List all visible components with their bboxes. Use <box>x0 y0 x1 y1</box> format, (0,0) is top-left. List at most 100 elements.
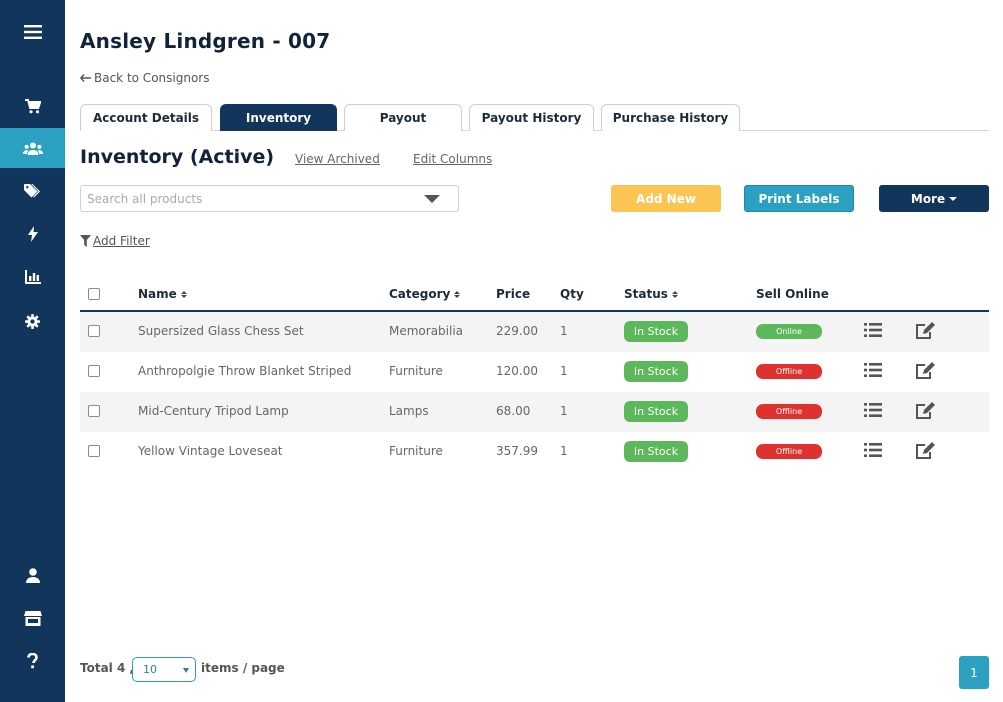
tab-bar: Account Details Inventory Payout Payout … <box>80 104 989 131</box>
status-badge: In Stock <box>624 401 688 422</box>
help-icon <box>27 653 38 669</box>
row-name: Anthropolgie Throw Blanket Striped <box>138 364 352 378</box>
gear-icon <box>25 313 40 329</box>
row-checkbox[interactable] <box>88 445 100 457</box>
row-checkbox[interactable] <box>88 405 100 417</box>
list-details-icon[interactable] <box>864 442 882 458</box>
hamburger-menu-icon <box>23 25 42 39</box>
main-content: Ansley Lindgren - 007 Back to Consignors… <box>80 0 989 702</box>
store-icon <box>23 610 42 626</box>
row-checkbox[interactable] <box>88 325 100 337</box>
edit-columns-link[interactable]: Edit Columns <box>413 152 492 166</box>
edit-icon[interactable] <box>915 322 935 340</box>
row-name: Yellow Vintage Loveseat <box>138 444 283 458</box>
list-details-icon[interactable] <box>864 402 882 418</box>
row-checkbox[interactable] <box>88 365 100 377</box>
sidebar-item-integrations[interactable] <box>0 214 65 254</box>
tags-icon <box>23 184 40 198</box>
online-status-toggle[interactable]: Offline <box>756 404 822 419</box>
column-header-category[interactable]: Category <box>389 287 461 301</box>
dropdown-caret-icon[interactable] <box>424 195 440 203</box>
bar-chart-icon <box>24 270 41 284</box>
page-button-1[interactable]: 1 <box>959 656 989 689</box>
search-input[interactable] <box>81 186 401 211</box>
tab-account-details[interactable]: Account Details <box>80 104 212 131</box>
back-to-consignors-link[interactable]: Back to Consignors <box>80 71 209 85</box>
tab-payout[interactable]: Payout <box>344 104 462 131</box>
online-status-toggle[interactable]: Online <box>756 324 822 339</box>
tab-payout-history[interactable]: Payout History <box>469 104 594 131</box>
arrow-left-icon <box>80 74 91 82</box>
sidebar-item-sales[interactable] <box>0 86 65 126</box>
add-filter-label: Add Filter <box>93 234 150 248</box>
edit-icon[interactable] <box>915 362 935 380</box>
edit-icon[interactable] <box>915 442 935 460</box>
status-badge: In Stock <box>624 321 688 342</box>
dropdown-caret-icon <box>183 668 189 673</box>
list-details-icon[interactable] <box>864 362 882 378</box>
sidebar <box>0 0 65 702</box>
cart-icon <box>24 98 41 113</box>
sidebar-item-help[interactable] <box>0 641 65 681</box>
column-header-sell-online: Sell Online <box>756 287 829 301</box>
column-header-price: Price <box>496 287 531 301</box>
back-link-label: Back to Consignors <box>94 71 210 85</box>
table-row: Yellow Vintage Loveseat Furniture 357.99… <box>80 432 989 472</box>
row-qty: 1 <box>560 404 568 418</box>
column-header-name-label: Name <box>138 287 177 301</box>
row-price: 357.99 <box>496 444 538 458</box>
row-name: Supersized Glass Chess Set <box>138 324 304 338</box>
sort-icon <box>454 290 461 298</box>
items-per-page-select[interactable]: 10 <box>132 657 196 682</box>
column-header-status-label: Status <box>624 287 668 301</box>
more-button[interactable]: More <box>879 185 989 212</box>
sort-icon <box>180 290 187 298</box>
users-icon <box>22 142 43 155</box>
column-header-category-label: Category <box>389 287 451 301</box>
status-badge: In Stock <box>624 441 688 462</box>
caret-down-icon <box>949 196 958 201</box>
row-qty: 1 <box>560 444 568 458</box>
column-header-name[interactable]: Name <box>138 287 187 301</box>
sidebar-item-store[interactable] <box>0 598 65 638</box>
sidebar-item-tags[interactable] <box>0 171 65 211</box>
row-price: 229.00 <box>496 324 538 338</box>
online-status-toggle[interactable]: Offline <box>756 364 822 379</box>
tab-inventory[interactable]: Inventory <box>220 104 337 131</box>
online-status-toggle[interactable]: Offline <box>756 444 822 459</box>
sidebar-item-settings[interactable] <box>0 301 65 341</box>
menu-button[interactable] <box>0 12 65 52</box>
row-category: Furniture <box>389 364 443 378</box>
status-badge: In Stock <box>624 361 688 382</box>
add-filter-link[interactable]: Add Filter <box>80 234 150 248</box>
column-header-qty: Qty <box>560 287 584 301</box>
row-price: 120.00 <box>496 364 538 378</box>
table-header: Name Category Price Qty Status Sell Onli… <box>80 278 989 312</box>
sort-icon <box>671 290 678 298</box>
items-per-page-label: items / page <box>201 661 285 675</box>
sidebar-item-account[interactable] <box>0 555 65 595</box>
table-row: Anthropolgie Throw Blanket Striped Furni… <box>80 352 989 392</box>
print-labels-button[interactable]: Print Labels <box>744 185 854 212</box>
page-title: Ansley Lindgren - 007 <box>80 29 331 53</box>
sidebar-item-consignors[interactable] <box>0 128 65 168</box>
view-archived-link[interactable]: View Archived <box>295 152 380 166</box>
product-search[interactable] <box>80 185 459 212</box>
total-count: Total 4 , <box>80 661 135 675</box>
row-price: 68.00 <box>496 404 531 418</box>
row-qty: 1 <box>560 364 568 378</box>
inventory-title: Inventory (Active) <box>80 146 275 168</box>
add-new-button[interactable]: Add New <box>611 185 721 212</box>
bolt-icon <box>27 226 38 242</box>
list-details-icon[interactable] <box>864 322 882 338</box>
row-name: Mid-Century Tripod Lamp <box>138 404 289 418</box>
items-per-page-value: 10 <box>143 663 157 676</box>
edit-icon[interactable] <box>915 402 935 420</box>
inventory-table: Name Category Price Qty Status Sell Onli… <box>80 278 989 472</box>
select-all-checkbox[interactable] <box>88 288 100 300</box>
tab-purchase-history[interactable]: Purchase History <box>601 104 740 131</box>
sidebar-item-reports[interactable] <box>0 257 65 297</box>
row-category: Lamps <box>389 404 429 418</box>
column-header-status[interactable]: Status <box>624 287 678 301</box>
row-category: Memorabilia <box>389 324 464 338</box>
